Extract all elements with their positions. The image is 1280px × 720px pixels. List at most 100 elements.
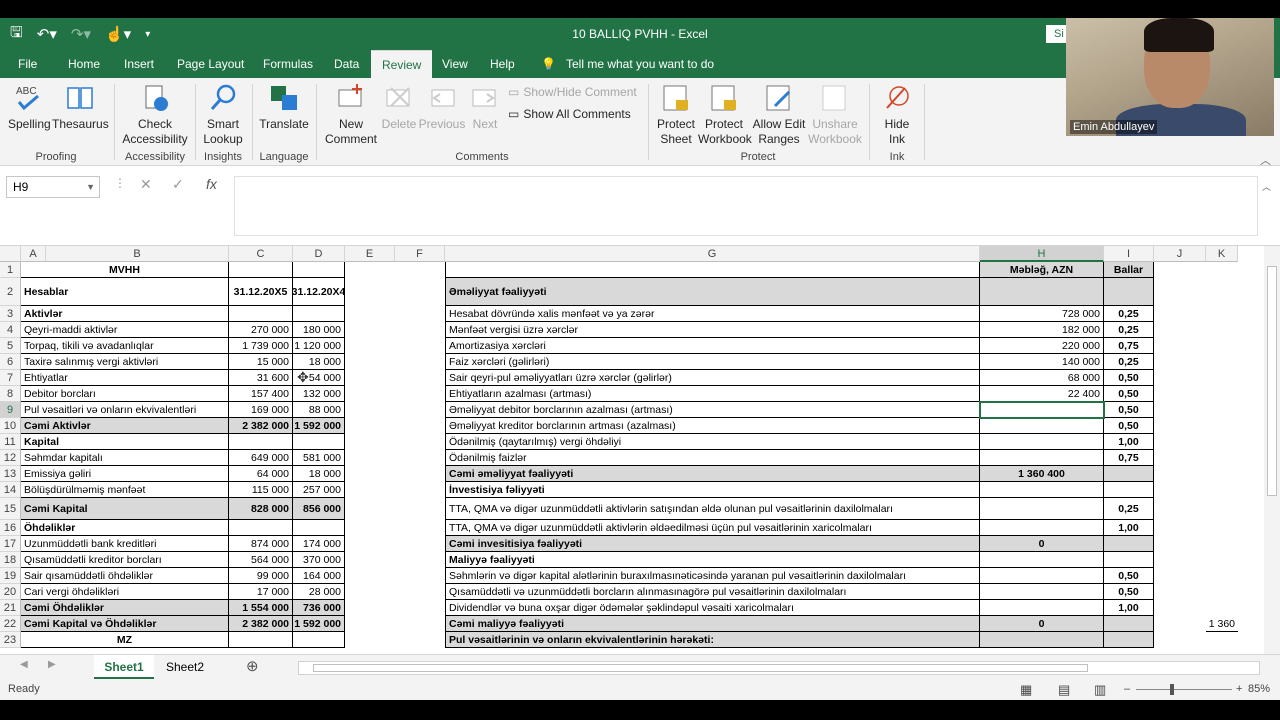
check-accessibility-button[interactable]: Check Accessibility <box>122 82 188 147</box>
cell[interactable]: 581 000 <box>293 450 345 466</box>
cell[interactable]: Cəmi invesitisiya fəaliyyəti <box>445 536 980 552</box>
cell[interactable]: 1 592 000 <box>293 418 345 434</box>
next-comment-button[interactable]: Next <box>466 82 504 132</box>
cell[interactable]: 649 000 <box>229 450 293 466</box>
cell[interactable] <box>1104 616 1154 632</box>
cell[interactable]: İnvestisiya fəliyyəti <box>445 482 980 498</box>
row-header[interactable]: 7 <box>0 370 21 386</box>
row-header[interactable]: 18 <box>0 552 21 568</box>
row-header[interactable]: 15 <box>0 498 21 520</box>
row-header[interactable]: 19 <box>0 568 21 584</box>
scroll-left-icon[interactable]: ◀ <box>20 659 28 670</box>
cell[interactable] <box>1104 482 1154 498</box>
cell[interactable] <box>980 520 1104 536</box>
expand-formula-icon[interactable]: ︿ <box>1262 180 1271 193</box>
column-header[interactable]: B <box>46 246 229 262</box>
cell[interactable]: 18 000 <box>293 466 345 482</box>
cell[interactable]: Mənfəət vergisi üzrə xərclər <box>445 322 980 338</box>
cell[interactable]: 0,50 <box>1104 386 1154 402</box>
cell[interactable]: 2 382 000 <box>229 418 293 434</box>
cell[interactable] <box>1104 632 1154 648</box>
insert-function-icon[interactable]: fx <box>206 176 217 192</box>
cell[interactable]: Bölüşdürülməmiş mənfəət <box>21 482 229 498</box>
spelling-button[interactable]: ABC Spelling <box>8 82 51 132</box>
chevron-down-icon[interactable]: ▼ <box>86 177 95 197</box>
show-all-comments-button[interactable]: ▭ Show All Comments <box>508 107 631 121</box>
row-header[interactable]: 3 <box>0 306 21 322</box>
cell[interactable]: 828 000 <box>229 498 293 520</box>
cell[interactable]: Əməliyyat fəaliyyəti <box>445 278 980 306</box>
selected-cell-H9[interactable] <box>979 401 1105 419</box>
cell[interactable]: 1 120 000 <box>293 338 345 354</box>
cell[interactable]: Uzunmüddətli bank kreditləri <box>21 536 229 552</box>
column-header[interactable]: I <box>1104 246 1154 262</box>
row-header[interactable]: 8 <box>0 386 21 402</box>
tab-help[interactable]: Help <box>490 50 515 78</box>
cell[interactable]: Maliyyə fəaliyyəti <box>445 552 980 568</box>
row-header[interactable]: 11 <box>0 434 21 450</box>
undo-icon[interactable]: ↶▾ <box>37 25 57 43</box>
select-all-corner[interactable] <box>0 246 21 262</box>
tab-insert[interactable]: Insert <box>124 50 154 78</box>
cell[interactable] <box>1104 536 1154 552</box>
cell[interactable] <box>1104 552 1154 568</box>
tab-review[interactable]: Review <box>371 50 433 78</box>
vertical-scrollbar[interactable] <box>1264 246 1280 654</box>
cell[interactable]: 856 000 <box>293 498 345 520</box>
cell[interactable]: Cəmi Kapital <box>21 498 229 520</box>
row-header[interactable]: 22 <box>0 616 21 632</box>
save-icon[interactable]: 🖫 <box>10 22 23 47</box>
cell[interactable]: Pul vəsaitləri və onların ekvivalentləri <box>21 402 229 418</box>
vertical-scroll-thumb[interactable] <box>1267 266 1277 496</box>
cell[interactable]: Ödənilmiş (qaytarılmış) vergi öhdəliyi <box>445 434 980 450</box>
cell[interactable]: Cari vergi öhdəlikləri <box>21 584 229 600</box>
cell[interactable]: Cəmi Öhdəliklər <box>21 600 229 616</box>
cancel-icon[interactable]: ✕ <box>140 176 152 193</box>
add-sheet-icon[interactable]: ⊕ <box>246 657 259 675</box>
zoom-slider[interactable] <box>1136 689 1232 690</box>
cell[interactable]: Qısamüddətli kreditor borcları <box>21 552 229 568</box>
cell[interactable]: Faiz xərcləri (gəlirləri) <box>445 354 980 370</box>
cell[interactable]: 99 000 <box>229 568 293 584</box>
cell[interactable] <box>980 498 1104 520</box>
column-header[interactable]: G <box>445 246 980 262</box>
cell[interactable] <box>445 262 980 278</box>
smart-lookup-button[interactable]: Smart Lookup <box>200 82 246 147</box>
cell[interactable]: 64 000 <box>229 466 293 482</box>
cell[interactable]: 0,25 <box>1104 354 1154 370</box>
cell[interactable] <box>980 482 1104 498</box>
hide-ink-button[interactable]: Hide Ink <box>876 82 918 147</box>
cell[interactable]: 1 592 000 <box>293 616 345 632</box>
cell[interactable] <box>229 632 293 648</box>
cell[interactable]: 180 000 <box>293 322 345 338</box>
cell[interactable]: 140 000 <box>980 354 1104 370</box>
column-header[interactable]: D <box>293 246 345 262</box>
delete-comment-button[interactable]: Delete <box>380 82 418 132</box>
cell[interactable]: 0,50 <box>1104 402 1154 418</box>
cell[interactable]: Ballar <box>1104 262 1154 278</box>
row-header[interactable]: 16 <box>0 520 21 536</box>
cell[interactable]: Torpaq, tikili və avadanlıqlar <box>21 338 229 354</box>
row-header[interactable]: 10 <box>0 418 21 434</box>
cell[interactable]: 0,50 <box>1104 370 1154 386</box>
row-header[interactable]: 2 <box>0 278 21 306</box>
zoom-level[interactable]: 85% <box>1248 683 1270 695</box>
row-header[interactable]: 6 <box>0 354 21 370</box>
row-header[interactable]: 14 <box>0 482 21 498</box>
cell[interactable]: 31 600 <box>229 370 293 386</box>
tell-me-search[interactable]: Tell me what you want to do <box>566 50 714 78</box>
cell[interactable]: Ehtiyatların azalması (artması) <box>445 386 980 402</box>
show-hide-comment-button[interactable]: ▭ Show/Hide Comment <box>508 85 637 99</box>
cell[interactable] <box>980 278 1104 306</box>
enter-icon[interactable]: ✓ <box>172 176 184 193</box>
cell[interactable]: Məbləğ, AZN <box>980 262 1104 278</box>
unshare-workbook-button[interactable]: Unshare Workbook <box>808 82 862 147</box>
cell[interactable]: Səhmdar kapitalı <box>21 450 229 466</box>
cell[interactable]: Taxirə salınmış vergi aktivləri <box>21 354 229 370</box>
cell[interactable]: 257 000 <box>293 482 345 498</box>
cell[interactable] <box>293 306 345 322</box>
cell[interactable]: Dividendlər və buna oxşar digər ödəmələr… <box>445 600 980 616</box>
cell[interactable] <box>1104 278 1154 306</box>
cell[interactable]: Ödənilmiş faizlər <box>445 450 980 466</box>
cell[interactable]: 0,25 <box>1104 306 1154 322</box>
